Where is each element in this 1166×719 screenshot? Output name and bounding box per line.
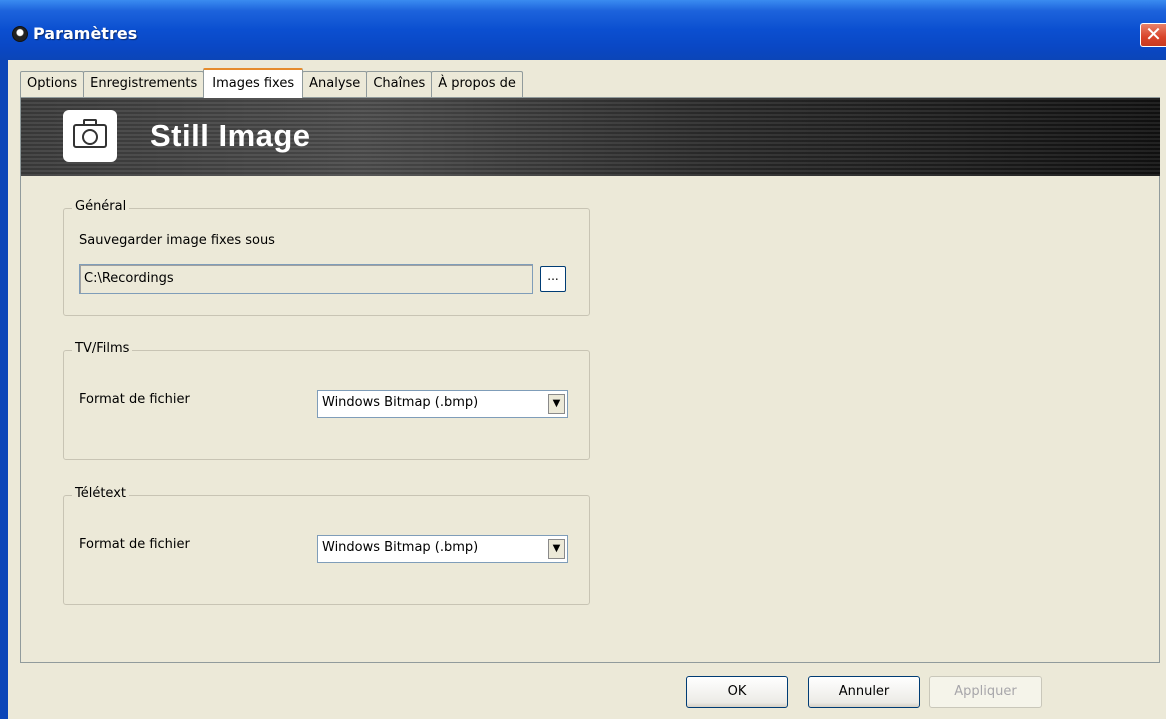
- teletext-format-value: Windows Bitmap (.bmp): [322, 540, 479, 555]
- chevron-down-icon[interactable]: ▼: [548, 539, 565, 559]
- window-title: Paramètres: [33, 24, 138, 43]
- tab-a-propos[interactable]: À propos de: [431, 71, 523, 97]
- apply-button[interactable]: Appliquer: [929, 676, 1042, 708]
- tab-images-fixes[interactable]: Images fixes: [203, 68, 304, 98]
- teletext-format-select[interactable]: Windows Bitmap (.bmp) ▼: [317, 535, 568, 563]
- save-path-field[interactable]: C:\Recordings: [79, 264, 533, 294]
- tab-enregistrements[interactable]: Enregistrements: [83, 71, 205, 97]
- close-button[interactable]: ✕: [1140, 23, 1166, 47]
- tv-format-label: Format de fichier: [79, 392, 190, 407]
- teletext-group-title: Télétext: [72, 486, 129, 501]
- tv-films-group-title: TV/Films: [72, 341, 133, 356]
- general-group-title: Général: [72, 199, 130, 214]
- camera-icon: [63, 110, 117, 162]
- cancel-button[interactable]: Annuler: [808, 676, 920, 708]
- banner-title: Still Image: [150, 118, 311, 153]
- save-location-label: Sauvegarder image fixes sous: [79, 233, 275, 248]
- tab-options[interactable]: Options: [20, 71, 85, 97]
- window-frame: [0, 60, 8, 719]
- teletext-format-label: Format de fichier: [79, 537, 190, 552]
- section-banner: Still Image: [21, 98, 1160, 176]
- tv-format-value: Windows Bitmap (.bmp): [322, 395, 479, 410]
- tab-chaines[interactable]: Chaînes: [366, 71, 433, 97]
- title-bar: Paramètres ✕: [0, 0, 1166, 60]
- chevron-down-icon[interactable]: ▼: [548, 394, 565, 414]
- tv-format-select[interactable]: Windows Bitmap (.bmp) ▼: [317, 390, 568, 418]
- general-group: [63, 208, 590, 316]
- app-icon: [12, 26, 28, 42]
- tab-strip: Options Enregistrements Images fixes Ana…: [20, 68, 523, 98]
- ok-button[interactable]: OK: [686, 676, 788, 708]
- browse-button[interactable]: ...: [540, 266, 566, 292]
- tab-analyse[interactable]: Analyse: [302, 71, 368, 97]
